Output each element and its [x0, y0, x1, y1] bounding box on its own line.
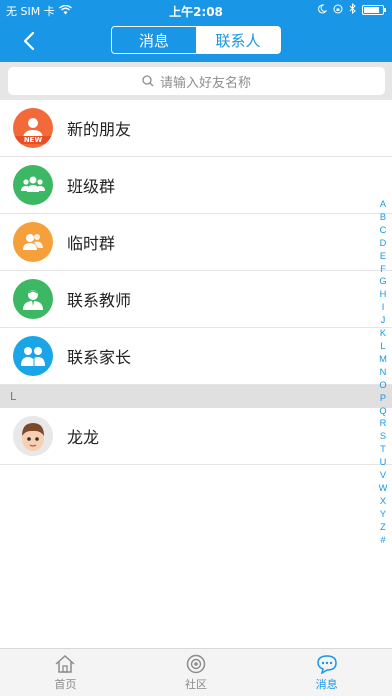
index-letter[interactable]: M [379, 353, 387, 366]
alphabet-index[interactable]: A B C D E F G H I J K L M N O P Q R S T U V W X Y Z # [377, 198, 389, 546]
index-letter[interactable]: B [380, 211, 386, 224]
index-letter[interactable]: O [379, 379, 386, 392]
index-letter[interactable]: Z [380, 521, 386, 534]
contact-name: 龙龙 [67, 428, 100, 447]
index-letter[interactable]: X [380, 495, 386, 508]
index-letter[interactable]: K [380, 327, 386, 340]
search-icon [142, 75, 154, 87]
index-letter[interactable]: R [380, 417, 387, 430]
list-item-label: 联系家长 [67, 348, 132, 367]
home-icon [55, 654, 75, 673]
index-letter[interactable]: L [380, 340, 385, 353]
index-letter[interactable]: S [380, 430, 386, 443]
community-icon [186, 654, 206, 673]
temp-group-icon [13, 222, 53, 262]
tab-messages-bottom[interactable]: 消息 [261, 649, 392, 696]
lock-rotation-icon [333, 4, 343, 17]
bluetooth-icon [349, 2, 356, 17]
index-letter[interactable]: A [380, 198, 386, 211]
moon-icon [317, 3, 328, 17]
index-letter[interactable]: N [380, 366, 387, 379]
list-item-label: 临时群 [67, 234, 116, 253]
index-letter[interactable]: Y [380, 508, 386, 521]
contact-list: NEW 新的朋友 班级群 临时群 联系教师 联系家长 L 龙龙 [0, 100, 392, 465]
status-bar: 无 SIM 卡 上午2:08 [0, 0, 392, 20]
tab-bar: 首页 社区 消息 [0, 648, 392, 696]
parents-icon [13, 336, 53, 376]
class-group-icon [13, 165, 53, 205]
tab-messages[interactable]: 消息 [112, 27, 196, 53]
tab-label: 首页 [54, 677, 77, 691]
list-item-temp-group[interactable]: 临时群 [0, 214, 392, 271]
list-item-label: 新的朋友 [67, 120, 132, 139]
battery-fill [364, 7, 380, 13]
index-letter[interactable]: D [380, 237, 387, 250]
list-item-contact-parents[interactable]: 联系家长 [0, 328, 392, 385]
search-bar: 请输入好友名称 [0, 62, 392, 100]
index-letter[interactable]: G [379, 275, 386, 288]
index-letter[interactable]: H [380, 288, 387, 301]
list-item-class-group[interactable]: 班级群 [0, 157, 392, 214]
nav-bar: 消息 联系人 [0, 20, 392, 62]
chevron-left-icon [23, 31, 35, 51]
new-friend-icon: NEW [13, 108, 53, 148]
index-letter[interactable]: J [381, 314, 386, 327]
search-input[interactable]: 请输入好友名称 [8, 67, 385, 95]
section-header: L [0, 385, 392, 408]
index-letter[interactable]: I [382, 301, 385, 314]
index-letter[interactable]: W [379, 482, 388, 495]
index-letter[interactable]: U [380, 456, 387, 469]
teacher-icon [13, 279, 53, 319]
battery-icon [362, 5, 386, 15]
message-icon [316, 654, 337, 674]
list-item-contact-teacher[interactable]: 联系教师 [0, 271, 392, 328]
tab-community[interactable]: 社区 [131, 649, 262, 696]
index-letter[interactable]: P [380, 392, 386, 405]
tab-label: 消息 [315, 677, 338, 691]
tab-contacts[interactable]: 联系人 [196, 27, 280, 53]
index-letter[interactable]: E [380, 250, 386, 263]
index-letter[interactable]: C [380, 224, 387, 237]
index-letter[interactable]: T [380, 443, 386, 456]
index-letter[interactable]: V [380, 469, 386, 482]
segmented-control: 消息 联系人 [111, 26, 281, 54]
list-item-label: 联系教师 [67, 291, 132, 310]
tab-home[interactable]: 首页 [0, 649, 131, 696]
back-button[interactable] [16, 28, 42, 54]
search-placeholder: 请输入好友名称 [159, 75, 251, 91]
list-item-contact[interactable]: 龙龙 [0, 408, 392, 465]
tab-label: 社区 [185, 677, 207, 691]
list-item-new-friends[interactable]: NEW 新的朋友 [0, 100, 392, 157]
index-letter[interactable]: # [380, 534, 385, 547]
status-right [317, 2, 386, 17]
new-badge: NEW [13, 136, 53, 144]
list-item-label: 班级群 [67, 177, 116, 196]
index-letter[interactable]: F [380, 263, 386, 276]
child-avatar-icon [13, 416, 53, 456]
index-letter[interactable]: Q [379, 405, 386, 418]
